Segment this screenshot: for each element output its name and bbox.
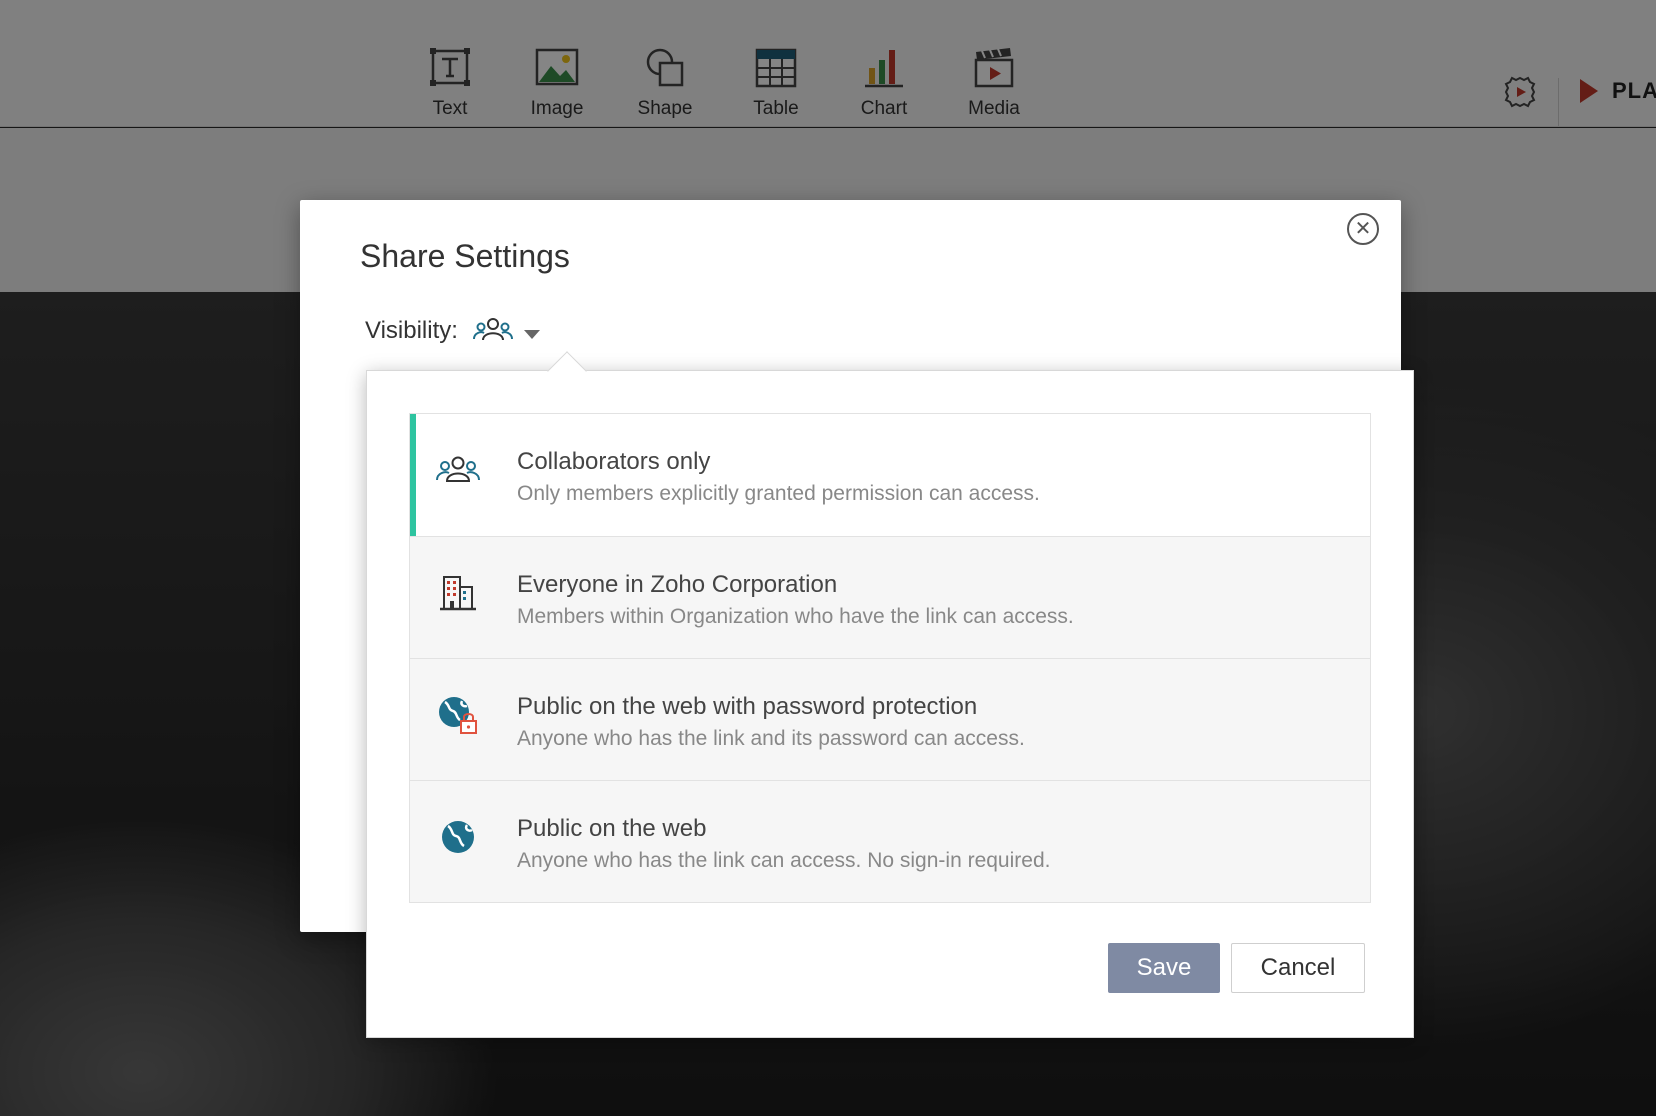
- globe-icon: [436, 815, 480, 859]
- visibility-option-collaborators[interactable]: Collaborators only Only members explicit…: [410, 414, 1370, 536]
- option-title: Everyone in Zoho Corporation: [517, 571, 838, 598]
- option-description: Anyone who has the link can access. No s…: [517, 849, 1051, 872]
- option-title: Collaborators only: [517, 448, 711, 475]
- visibility-popup: Collaborators only Only members explicit…: [366, 351, 1414, 1038]
- option-title: Public on the web: [517, 815, 707, 842]
- visibility-options-list: Collaborators only Only members explicit…: [409, 413, 1371, 903]
- visibility-option-public-password[interactable]: Public on the web with password protecti…: [410, 658, 1370, 780]
- visibility-option-public-web[interactable]: Public on the web Anyone who has the lin…: [410, 780, 1370, 902]
- chevron-down-icon: [523, 329, 540, 339]
- cancel-button[interactable]: Cancel: [1231, 943, 1365, 993]
- organization-building-icon: [436, 571, 480, 615]
- visibility-label: Visibility:: [365, 317, 458, 344]
- visibility-option-organization[interactable]: Everyone in Zoho Corporation Members wit…: [410, 536, 1370, 658]
- collaborators-icon: [472, 318, 513, 341]
- save-button[interactable]: Save: [1108, 943, 1220, 993]
- close-icon[interactable]: ✕: [1347, 213, 1379, 245]
- option-description: Only members explicitly granted permissi…: [517, 482, 1040, 505]
- globe-lock-icon: [436, 693, 480, 737]
- option-description: Members within Organization who have the…: [517, 605, 1074, 628]
- visibility-dropdown[interactable]: [472, 316, 540, 346]
- collaborators-icon: [436, 448, 480, 492]
- visibility-row: Visibility:: [365, 316, 540, 346]
- dialog-title: Share Settings: [360, 238, 570, 274]
- option-title: Public on the web with password protecti…: [517, 693, 978, 720]
- option-description: Anyone who has the link and its password…: [517, 727, 1025, 750]
